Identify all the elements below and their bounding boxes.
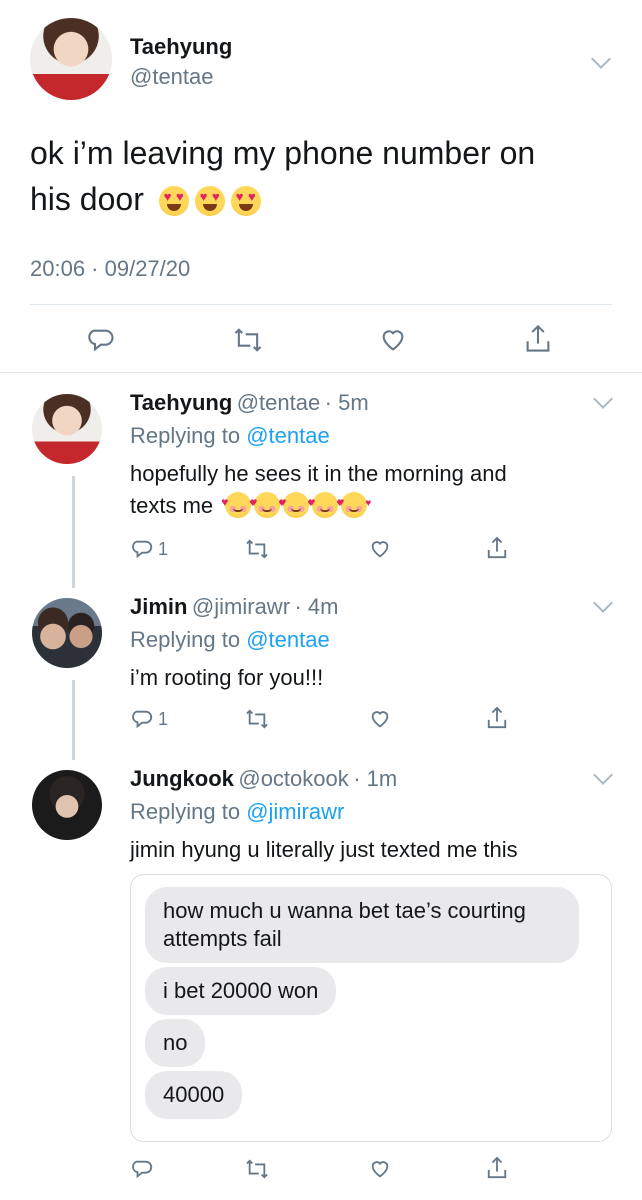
reply-count: 1 — [158, 708, 169, 729]
reply-icon — [132, 1160, 153, 1179]
reply-count: 1 — [158, 538, 169, 559]
retweet-button[interactable] — [244, 538, 270, 560]
smiling-face-with-hearts-emoji-icon — [221, 486, 255, 520]
replying-to: Replying to @jimirawr — [130, 796, 344, 828]
author-handle[interactable]: @tentae — [130, 64, 214, 90]
like-icon — [382, 330, 404, 351]
share-icon — [526, 324, 550, 352]
replying-to-link[interactable]: @tentae — [246, 627, 330, 652]
reply-button[interactable] — [132, 1158, 154, 1180]
reply-icon — [132, 540, 153, 559]
smiling-face-with-hearts-emoji-icon — [250, 486, 284, 520]
attached-image[interactable]: how much u wanna bet tae’s courting atte… — [130, 874, 612, 1142]
reply-text: jimin hyung u literally just texted me t… — [130, 837, 518, 862]
author-name[interactable]: Jimin — [130, 594, 187, 619]
message-bubble: how much u wanna bet tae’s courting atte… — [145, 887, 579, 963]
like-button[interactable] — [368, 708, 392, 730]
retweet-button[interactable] — [244, 708, 270, 730]
retweet-icon — [246, 709, 268, 729]
reply-text: i’m rooting for you!!! — [130, 665, 324, 690]
like-button[interactable] — [368, 538, 392, 560]
author-name[interactable]: Taehyung — [130, 34, 232, 60]
tweet-text-fragment: his door — [30, 181, 144, 217]
message-bubble: 40000 — [145, 1071, 243, 1119]
thread-line — [72, 680, 75, 760]
replying-to: Replying to @tentae — [130, 420, 330, 452]
retweet-icon — [246, 539, 268, 559]
share-button[interactable] — [486, 706, 508, 730]
reply-text: hopefully he sees it in the morning and … — [130, 458, 507, 522]
chevron-down-icon[interactable] — [593, 593, 613, 613]
share-icon — [487, 1156, 507, 1179]
share-button[interactable] — [486, 536, 508, 560]
like-icon — [371, 541, 389, 558]
reply-text-line: texts me — [130, 486, 507, 522]
divider — [30, 304, 612, 305]
share-icon — [487, 706, 507, 729]
reply-icon — [132, 710, 153, 729]
thread-line — [72, 476, 75, 588]
reply-button[interactable]: 1 — [132, 708, 168, 730]
message-bubble: no — [145, 1019, 206, 1067]
chevron-down-icon[interactable] — [593, 765, 613, 785]
like-icon — [371, 1161, 389, 1178]
tweet-text: ok i’m leaving my phone number on his do… — [30, 130, 535, 222]
message-line: attempts fail — [163, 926, 282, 951]
reply-button[interactable]: 1 — [132, 538, 168, 560]
smiling-face-with-hearts-emoji-icon — [308, 486, 342, 520]
smiling-face-with-hearts-emoji-icon — [279, 486, 313, 520]
retweet-button[interactable] — [232, 326, 264, 354]
author-handle[interactable]: @octokook — [238, 766, 348, 791]
retweet-icon — [234, 328, 262, 352]
reply-header: Jimin @jimirawr · 4m — [130, 594, 338, 620]
share-icon — [487, 536, 507, 559]
like-button[interactable] — [378, 326, 408, 354]
like-button[interactable] — [368, 1158, 392, 1180]
reply-icon — [88, 329, 114, 352]
replying-to-link[interactable]: @jimirawr — [246, 799, 344, 824]
reply-header: Taehyung @tentae · 5m — [130, 390, 369, 416]
share-button[interactable] — [524, 324, 552, 354]
message-line: how much u wanna bet tae’s courting — [163, 898, 526, 923]
avatar[interactable] — [32, 770, 102, 840]
tweet-timestamp[interactable]: 20:06 · 09/27/20 — [30, 256, 190, 282]
replying-to: Replying to @tentae — [130, 624, 330, 656]
reply-text-fragment: texts me — [130, 493, 214, 518]
author-handle[interactable]: @tentae — [237, 390, 321, 415]
author-handle[interactable]: @jimirawr — [192, 594, 290, 619]
avatar[interactable] — [32, 598, 102, 668]
heart-eyes-emoji-icon — [230, 186, 261, 216]
smiling-face-with-hearts-emoji-icon — [337, 486, 371, 520]
replying-to-link[interactable]: @tentae — [246, 423, 330, 448]
share-button[interactable] — [486, 1156, 508, 1180]
tweet-text-line: his door — [30, 176, 535, 222]
chevron-down-icon[interactable] — [591, 49, 611, 69]
replying-to-prefix: Replying to — [130, 627, 247, 652]
reply-text-line: hopefully he sees it in the morning and — [130, 461, 507, 486]
heart-eyes-emoji-icon — [194, 186, 225, 216]
retweet-button[interactable] — [244, 1158, 270, 1180]
avatar[interactable] — [32, 394, 102, 464]
author-name[interactable]: Taehyung — [130, 390, 232, 415]
reply-button[interactable] — [88, 326, 116, 354]
message-bubble: i bet 20000 won — [145, 967, 337, 1015]
replying-to-prefix: Replying to — [130, 799, 247, 824]
divider — [0, 372, 642, 373]
reply-time: · 4m — [294, 594, 339, 619]
like-icon — [371, 711, 389, 728]
author-name[interactable]: Jungkook — [130, 766, 234, 791]
reply-time: · 1m — [353, 766, 398, 791]
replying-to-prefix: Replying to — [130, 423, 247, 448]
chevron-down-icon[interactable] — [593, 389, 613, 409]
reply-time: · 5m — [324, 390, 369, 415]
retweet-icon — [246, 1159, 268, 1179]
avatar[interactable] — [30, 18, 112, 100]
heart-eyes-emoji-icon — [158, 186, 189, 216]
reply-header: Jungkook @octokook · 1m — [130, 766, 397, 792]
tweet-text-line: ok i’m leaving my phone number on — [30, 135, 536, 171]
